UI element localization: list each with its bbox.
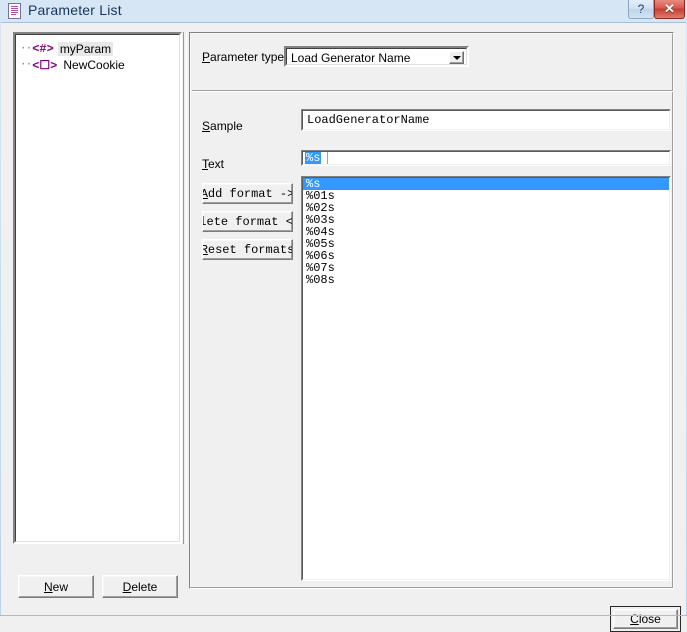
section-divider — [192, 90, 673, 92]
sample-field[interactable]: LoadGeneratorName — [301, 109, 671, 131]
text-input[interactable]: %s — [301, 150, 671, 166]
close-button-frame: Close — [610, 606, 681, 632]
format-list-item[interactable]: %08s — [303, 274, 669, 286]
parameter-tree[interactable]: ·· <#> myParam ·· <☐> NewCookie — [13, 32, 182, 544]
text-label: Text — [202, 157, 225, 171]
new-button[interactable]: New — [18, 575, 94, 598]
parameter-type-value: Load Generator Name — [291, 51, 411, 65]
document-list-icon — [8, 3, 21, 19]
tree-item-label: NewCookie — [63, 58, 125, 72]
format-list-item[interactable]: %03s — [303, 214, 669, 226]
parameter-tree-inner: ·· <#> myParam ·· <☐> NewCookie — [15, 34, 180, 542]
dialog-client-area: ·· <#> myParam ·· <☐> NewCookie New Dele… — [1, 22, 686, 632]
delete-format-button[interactable]: elete format < — [202, 211, 293, 232]
new-button-label: New — [43, 579, 68, 594]
text-caret — [327, 152, 328, 164]
format-list-item[interactable]: %04s — [303, 226, 669, 238]
tree-item-myparam[interactable]: ·· <#> myParam — [20, 41, 114, 57]
caret-shape — [452, 55, 461, 60]
tree-line-icon: ·· — [20, 59, 32, 71]
format-list[interactable]: %s %01s %02s %03s %04s %05s %06s %07s %08s — [301, 176, 671, 581]
sample-value: LoadGeneratorName — [307, 113, 430, 127]
parameter-type-select[interactable]: Load Generator Name — [284, 46, 469, 67]
help-button[interactable]: ? — [628, 0, 654, 19]
text-input-value: %s — [305, 151, 322, 165]
close-window-button[interactable]: ✕ — [654, 0, 685, 19]
delete-button[interactable]: Delete — [102, 575, 178, 598]
delete-format-button-label: elete format < — [202, 214, 293, 229]
chevron-down-icon[interactable] — [449, 51, 464, 64]
format-list-inner: %s %01s %02s %03s %04s %05s %06s %07s %08s — [302, 177, 670, 580]
question-mark-icon: ? — [637, 2, 645, 16]
format-list-item[interactable]: %s — [303, 178, 669, 190]
parameter-type-label: Parameter type: — [202, 50, 288, 64]
close-icon: ✕ — [664, 1, 675, 16]
format-list-item[interactable]: %02s — [303, 202, 669, 214]
add-format-button-label: Add format -> — [203, 186, 293, 201]
tree-line-icon: ·· — [20, 43, 32, 55]
parameter-properties-panel: Parameter type: Load Generator Name Samp… — [189, 32, 674, 589]
close-dialog-button[interactable]: Close — [613, 609, 678, 629]
title-bar[interactable]: Parameter List ? ✕ — [0, 0, 687, 22]
tree-item-label: myParam — [57, 42, 114, 56]
panel-splitter[interactable] — [183, 32, 187, 544]
add-format-button[interactable]: Add format -> — [202, 183, 293, 204]
sample-label: Sample — [202, 119, 243, 133]
text-input-inner: %s — [302, 151, 670, 165]
format-list-item[interactable]: %05s — [303, 238, 669, 250]
param-cookie-icon: <☐> — [32, 58, 58, 73]
reset-format-button-label: Reset formats — [203, 242, 293, 257]
parameter-type-select-inner: Load Generator Name — [286, 48, 467, 65]
param-number-icon: <#> — [32, 42, 54, 56]
tree-item-newcookie[interactable]: ·· <☐> NewCookie — [20, 57, 127, 73]
delete-button-label: Delete — [122, 579, 158, 594]
format-list-item[interactable]: %01s — [303, 190, 669, 202]
format-list-item[interactable]: %06s — [303, 250, 669, 262]
parameter-list-window: Parameter List ? ✕ ·· <#> myParam ·· <☐>… — [0, 0, 687, 632]
parameter-properties-inner: Parameter type: Load Generator Name Samp… — [190, 33, 673, 588]
format-list-item[interactable]: %07s — [303, 262, 669, 274]
sample-field-inner: LoadGeneratorName — [302, 110, 670, 130]
window-title: Parameter List — [28, 2, 122, 18]
reset-format-button[interactable]: Reset formats — [202, 239, 293, 260]
